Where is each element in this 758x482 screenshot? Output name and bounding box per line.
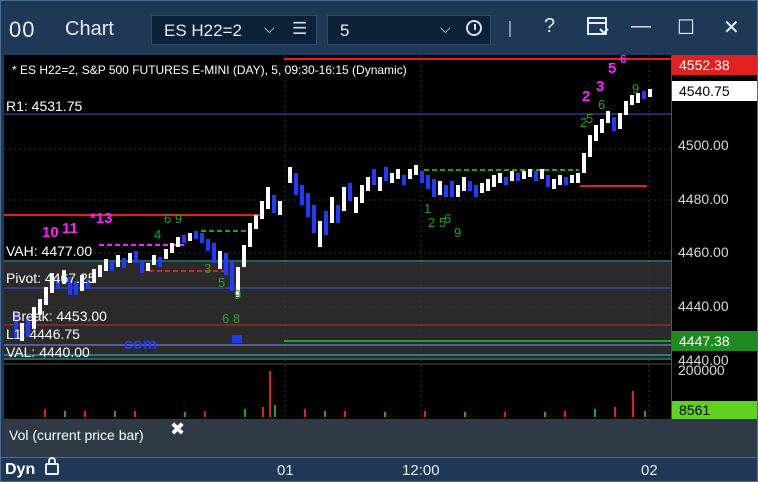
svg-text:10: 10 xyxy=(42,224,59,241)
vah-label: VAH: 4477.00 xyxy=(6,243,93,259)
svg-text:9: 9 xyxy=(632,81,639,96)
time-label: 12:00 xyxy=(402,462,440,479)
svg-text:2: 2 xyxy=(582,88,590,105)
svg-text:1: 1 xyxy=(424,201,431,216)
chart-app-icon: 00 xyxy=(9,17,36,42)
candles-late xyxy=(582,89,652,173)
val-label: VAL: 4440.00 xyxy=(6,344,90,360)
price-tag-high: 4552.38 xyxy=(672,55,757,75)
svg-text:6: 6 xyxy=(444,211,451,226)
symbol-selector[interactable]: ES H22=2 ⌵ ☰ xyxy=(151,15,317,45)
svg-text:3: 3 xyxy=(204,261,211,276)
price-chart[interactable]: 10 11 *13 6 9 4 3 5 9 6 8 1 2 5 6 9 2 5 … xyxy=(4,52,671,419)
minimize-button[interactable]: — xyxy=(631,15,651,38)
candles-mid xyxy=(288,165,580,247)
lock-icon[interactable] xyxy=(45,457,59,475)
r1-label: R1: 4531.75 xyxy=(6,98,83,114)
chevron-down-icon[interactable]: ⌵ xyxy=(264,20,275,37)
pivot-label: Pivot: 4467.25 xyxy=(6,270,96,286)
axis-tick: 4480.00 xyxy=(678,191,729,207)
svg-text:com: com xyxy=(124,336,157,353)
indicator-panel: Vol (current price bar) ✖ xyxy=(4,419,757,457)
svg-text:5: 5 xyxy=(586,111,593,126)
symbol-value: ES H22=2 xyxy=(164,21,242,40)
svg-text:6: 6 xyxy=(598,97,605,112)
interval-value: 5 xyxy=(340,21,350,40)
time-label: 01 xyxy=(277,462,294,479)
svg-text:3: 3 xyxy=(596,78,604,95)
help-button[interactable]: ? xyxy=(544,15,555,38)
volume-tag: 8561 xyxy=(672,401,757,419)
svg-text:6 9: 6 9 xyxy=(164,211,182,226)
chart-header: * ES H22=2, S&P 500 FUTURES E-MINI (DAY)… xyxy=(12,63,407,77)
time-axis[interactable]: Dyn 01 12:00 02 xyxy=(1,457,757,481)
price-tag-last: 4540.75 xyxy=(672,81,757,101)
svg-text:6 8: 6 8 xyxy=(222,311,240,326)
pin-icon[interactable] xyxy=(509,21,511,37)
interval-selector[interactable]: 5 ⌵ xyxy=(327,15,491,45)
window-title: Chart xyxy=(65,18,114,40)
break-label: Break: 4453.00 xyxy=(12,308,107,324)
svg-text:9: 9 xyxy=(234,287,241,302)
svg-text:5: 5 xyxy=(608,60,616,77)
chart-window: 00 Chart ES H22=2 ⌵ ☰ 5 ⌵ ? — ☐ ✕ 10 11 … xyxy=(0,0,758,482)
axis-tick: 4440.00 xyxy=(678,298,729,314)
axis-tick: 4500.00 xyxy=(678,137,729,153)
chevron-down-icon[interactable]: ⌵ xyxy=(440,20,451,37)
clock-icon[interactable] xyxy=(466,20,482,36)
svg-text:*13: *13 xyxy=(90,210,113,227)
price-axis[interactable]: 4552.38 4540.75 4500.00 4480.00 4460.00 … xyxy=(671,55,757,419)
svg-text:5: 5 xyxy=(218,275,225,290)
l1-label: L1: 4446.75 xyxy=(6,326,80,342)
volume-indicator-tab[interactable]: Vol (current price bar) xyxy=(9,427,144,443)
price-tag-support: 4447.38 xyxy=(672,331,757,351)
volume-axis-label: 200000 xyxy=(678,362,725,378)
time-label: 02 xyxy=(641,462,658,479)
svg-text:9: 9 xyxy=(454,225,461,240)
maximize-button[interactable]: ☐ xyxy=(677,15,695,40)
svg-text:11: 11 xyxy=(62,220,78,237)
volume-pane xyxy=(4,363,671,417)
close-button[interactable]: ✕ xyxy=(723,15,740,40)
axis-tick: 4460.00 xyxy=(678,244,729,260)
page-settings-icon[interactable] xyxy=(587,17,609,43)
close-icon[interactable]: ✖ xyxy=(170,419,185,440)
svg-text:6: 6 xyxy=(620,55,627,66)
dynamic-button[interactable]: Dyn xyxy=(5,461,35,479)
svg-text:4: 4 xyxy=(154,227,161,242)
hamburger-menu-icon[interactable]: ☰ xyxy=(292,19,307,39)
title-bar: 00 Chart ES H22=2 ⌵ ☰ 5 ⌵ ? — ☐ ✕ xyxy=(1,1,757,55)
